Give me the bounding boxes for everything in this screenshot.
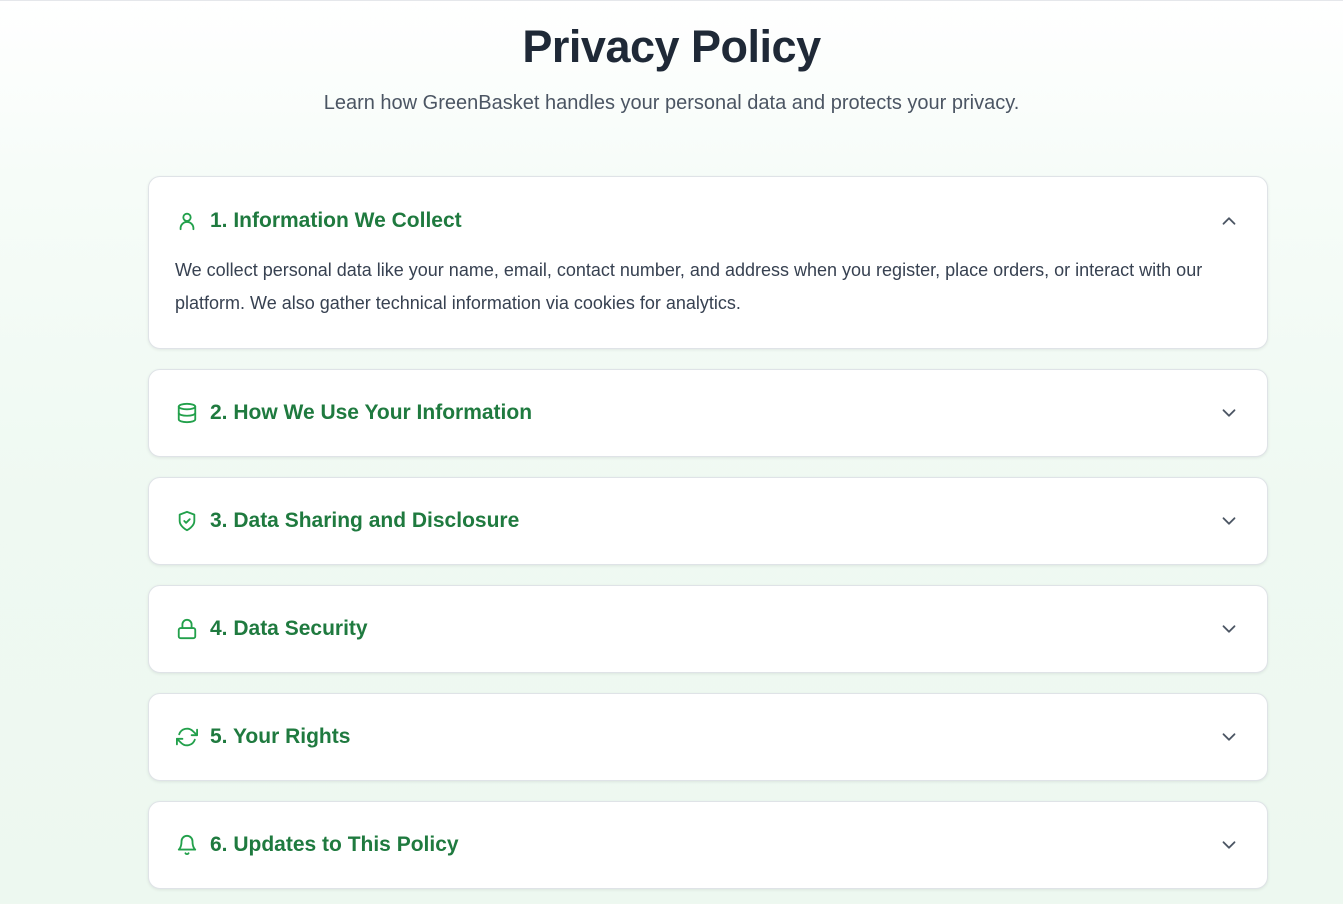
accordion-header[interactable]: 2. How We Use Your Information — [149, 370, 1267, 456]
chevron-down-icon[interactable] — [1217, 401, 1241, 425]
accordion-title: 6. Updates to This Policy — [210, 833, 459, 856]
accordion-title: 4. Data Security — [210, 617, 368, 640]
page-title: Privacy Policy — [522, 21, 821, 72]
accordion-item-how-we-use[interactable]: 2. How We Use Your Information — [148, 369, 1268, 457]
database-icon — [175, 401, 199, 425]
accordion-item-your-rights[interactable]: 5. Your Rights — [148, 693, 1268, 781]
accordion-header[interactable]: 6. Updates to This Policy — [149, 802, 1267, 888]
privacy-policy-page: Privacy Policy Learn how GreenBasket han… — [0, 1, 1343, 904]
refresh-icon — [175, 725, 199, 749]
page-header: Privacy Policy Learn how GreenBasket han… — [0, 1, 1343, 117]
chevron-up-icon[interactable] — [1217, 209, 1241, 233]
chevron-down-icon[interactable] — [1217, 509, 1241, 533]
accordion-header[interactable]: 1. Information We Collect — [149, 177, 1267, 264]
accordion-header[interactable]: 4. Data Security — [149, 586, 1267, 672]
bell-icon — [175, 833, 199, 857]
chevron-down-icon[interactable] — [1217, 617, 1241, 641]
accordion-header[interactable]: 5. Your Rights — [149, 694, 1267, 780]
page-subtitle: Learn how GreenBasket handles your perso… — [323, 92, 1020, 114]
accordion-header[interactable]: 3. Data Sharing and Disclosure — [149, 478, 1267, 564]
accordion-title: 3. Data Sharing and Disclosure — [210, 509, 520, 532]
user-icon — [175, 209, 199, 233]
accordion-item-information-we-collect[interactable]: 1. Information We Collect We collect per… — [148, 176, 1268, 349]
accordion-item-data-sharing[interactable]: 3. Data Sharing and Disclosure — [148, 477, 1268, 565]
chevron-down-icon[interactable] — [1217, 833, 1241, 857]
accordion-body: We collect personal data like your name,… — [175, 260, 1203, 313]
shield-check-icon — [175, 509, 199, 533]
accordion-item-data-security[interactable]: 4. Data Security — [148, 585, 1268, 673]
lock-icon — [175, 617, 199, 641]
accordion-title: 2. How We Use Your Information — [210, 401, 533, 424]
accordion-title: 5. Your Rights — [210, 725, 351, 748]
accordion-title: 1. Information We Collect — [210, 208, 462, 232]
policy-accordion: 1. Information We Collect We collect per… — [148, 176, 1268, 904]
accordion-item-updates[interactable]: 6. Updates to This Policy — [148, 801, 1268, 889]
chevron-down-icon[interactable] — [1217, 725, 1241, 749]
